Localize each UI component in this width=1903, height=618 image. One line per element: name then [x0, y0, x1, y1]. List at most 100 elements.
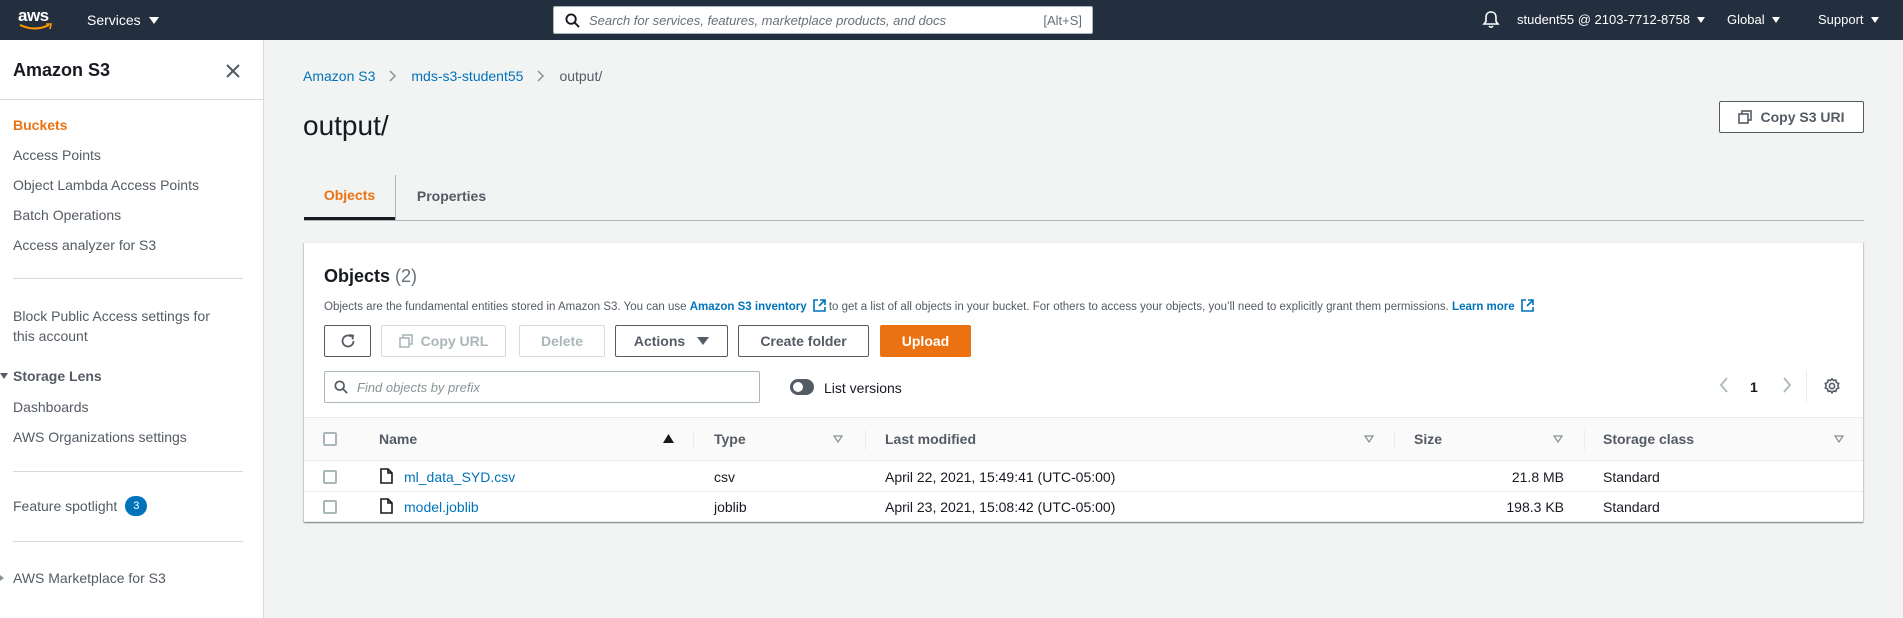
object-size: 198.3 KB	[1506, 499, 1564, 515]
learn-more-label: Learn more	[1452, 301, 1515, 313]
top-navigation: aws Services Search for services, featur…	[0, 0, 1903, 40]
column-divider	[865, 430, 866, 450]
objects-heading: Objects (2)	[324, 266, 417, 287]
chevron-right-icon	[389, 70, 397, 82]
object-name-link[interactable]: model.joblib	[404, 499, 479, 515]
copy-icon	[398, 334, 413, 348]
find-objects-input[interactable]: Find objects by prefix	[324, 371, 760, 403]
caret-down-icon	[1870, 16, 1879, 23]
sidebar-item-block-public-access[interactable]: Block Public Access settings for this ac…	[13, 306, 210, 346]
refresh-button[interactable]	[324, 325, 371, 357]
row-checkbox[interactable]	[323, 470, 337, 484]
copy-s3-uri-label: Copy S3 URI	[1760, 109, 1845, 125]
sidebar-item-access-points[interactable]: Access Points	[13, 147, 101, 163]
chevron-left-icon[interactable]	[1719, 376, 1729, 394]
sort-icon[interactable]	[833, 435, 843, 443]
column-divider	[693, 430, 694, 450]
sidebar-item-marketplace[interactable]: AWS Marketplace for S3	[0, 570, 166, 586]
copy-url-button[interactable]: Copy URL	[381, 325, 506, 357]
support-label: Support	[1818, 12, 1864, 27]
object-type: csv	[714, 469, 735, 485]
sidebar-item-object-lambda-access-points[interactable]: Object Lambda Access Points	[13, 177, 199, 193]
aws-logo[interactable]: aws	[18, 6, 56, 34]
upload-label: Upload	[901, 333, 950, 349]
bell-icon[interactable]	[1482, 10, 1500, 29]
toggle-knob	[793, 382, 803, 392]
global-search-input[interactable]: Search for services, features, marketpla…	[553, 6, 1093, 34]
file-icon	[380, 498, 393, 514]
storage-lens-section[interactable]: Storage Lens	[0, 368, 102, 384]
table-header: Name Type Last modified Size Storage cla…	[304, 417, 1863, 461]
create-folder-label: Create folder	[760, 333, 847, 349]
close-icon[interactable]	[224, 62, 242, 80]
services-label: Services	[87, 12, 141, 28]
list-versions-toggle[interactable]	[790, 379, 814, 395]
column-header-name[interactable]: Name	[379, 431, 417, 447]
row-checkbox[interactable]	[323, 500, 337, 514]
sidebar-item-feature-spotlight[interactable]: Feature spotlight 3	[13, 496, 148, 516]
external-link-icon	[1520, 299, 1534, 312]
region-menu[interactable]: Global	[1727, 12, 1780, 27]
caret-down-icon	[1696, 16, 1705, 23]
caret-down-icon	[1771, 16, 1780, 23]
column-header-storage-class[interactable]: Storage class	[1603, 431, 1694, 447]
refresh-icon	[341, 334, 354, 348]
object-storage-class: Standard	[1603, 499, 1660, 515]
object-name-link[interactable]: ml_data_SYD.csv	[404, 469, 515, 485]
sort-icon[interactable]	[1364, 435, 1374, 443]
table-row[interactable]: ml_data_SYD.csv csv April 22, 2021, 15:4…	[304, 462, 1863, 492]
upload-button[interactable]: Upload	[880, 325, 971, 357]
column-header-size[interactable]: Size	[1414, 431, 1442, 447]
tab-properties[interactable]: Properties	[396, 172, 507, 220]
sidebar-item-batch-operations[interactable]: Batch Operations	[13, 207, 121, 223]
actions-dropdown[interactable]: Actions	[615, 325, 728, 357]
sidebar-item-access-analyzer[interactable]: Access analyzer for S3	[13, 237, 156, 253]
objects-description: Objects are the fundamental entities sto…	[324, 299, 1534, 313]
inventory-link[interactable]: Amazon S3 inventory	[689, 299, 826, 313]
breadcrumb: Amazon S3 mds-s3-student55 output/	[303, 68, 602, 84]
caret-down-icon	[697, 337, 710, 345]
object-last-modified: April 23, 2021, 15:08:42 (UTC-05:00)	[885, 499, 1116, 515]
breadcrumb-link-bucket[interactable]: mds-s3-student55	[411, 68, 523, 84]
object-type: joblib	[714, 499, 747, 515]
inventory-link-label: Amazon S3 inventory	[689, 301, 807, 313]
objects-count: (2)	[395, 266, 418, 286]
copy-s3-uri-button[interactable]: Copy S3 URI	[1719, 101, 1864, 133]
search-icon	[334, 380, 348, 394]
storage-lens-title: Storage Lens	[13, 368, 102, 384]
object-last-modified: April 22, 2021, 15:49:41 (UTC-05:00)	[885, 469, 1116, 485]
breadcrumb-link-amazon-s3[interactable]: Amazon S3	[303, 68, 375, 84]
table-row[interactable]: model.joblib joblib April 23, 2021, 15:0…	[304, 492, 1863, 522]
page-number[interactable]: 1	[1750, 379, 1758, 395]
copy-icon	[1738, 110, 1753, 124]
marketplace-label: AWS Marketplace for S3	[13, 570, 166, 586]
create-folder-button[interactable]: Create folder	[738, 325, 869, 357]
sort-ascending-icon[interactable]	[663, 434, 674, 443]
region-label: Global	[1727, 12, 1765, 27]
sort-icon[interactable]	[1834, 435, 1844, 443]
divider	[13, 541, 243, 542]
select-all-checkbox[interactable]	[323, 432, 337, 446]
search-placeholder: Search for services, features, marketpla…	[589, 13, 946, 28]
sort-icon[interactable]	[1553, 435, 1563, 443]
objects-heading-label: Objects	[324, 266, 391, 286]
services-menu[interactable]: Services	[87, 12, 159, 28]
chevron-right-icon[interactable]	[1782, 376, 1792, 394]
support-menu[interactable]: Support	[1818, 12, 1879, 27]
column-header-last-modified[interactable]: Last modified	[885, 431, 976, 447]
account-menu[interactable]: student55 @ 2103-7712-8758	[1517, 12, 1705, 27]
sidebar-item-organizations-settings[interactable]: AWS Organizations settings	[13, 429, 187, 445]
gear-icon[interactable]	[1823, 377, 1841, 395]
tab-objects[interactable]: Objects	[304, 172, 395, 220]
sidebar-title: Amazon S3	[13, 60, 111, 80]
delete-button[interactable]: Delete	[519, 325, 605, 357]
breadcrumb-current: output/	[559, 68, 603, 84]
sidebar-item-dashboards[interactable]: Dashboards	[13, 399, 89, 415]
caret-right-icon	[0, 575, 4, 581]
account-label: student55 @ 2103-7712-8758	[1517, 12, 1690, 27]
learn-more-link[interactable]: Learn more	[1452, 299, 1534, 313]
column-divider	[1394, 430, 1395, 450]
page-title: output/	[303, 110, 389, 141]
sidebar-item-buckets[interactable]: Buckets	[13, 117, 67, 133]
column-header-type[interactable]: Type	[714, 431, 746, 447]
